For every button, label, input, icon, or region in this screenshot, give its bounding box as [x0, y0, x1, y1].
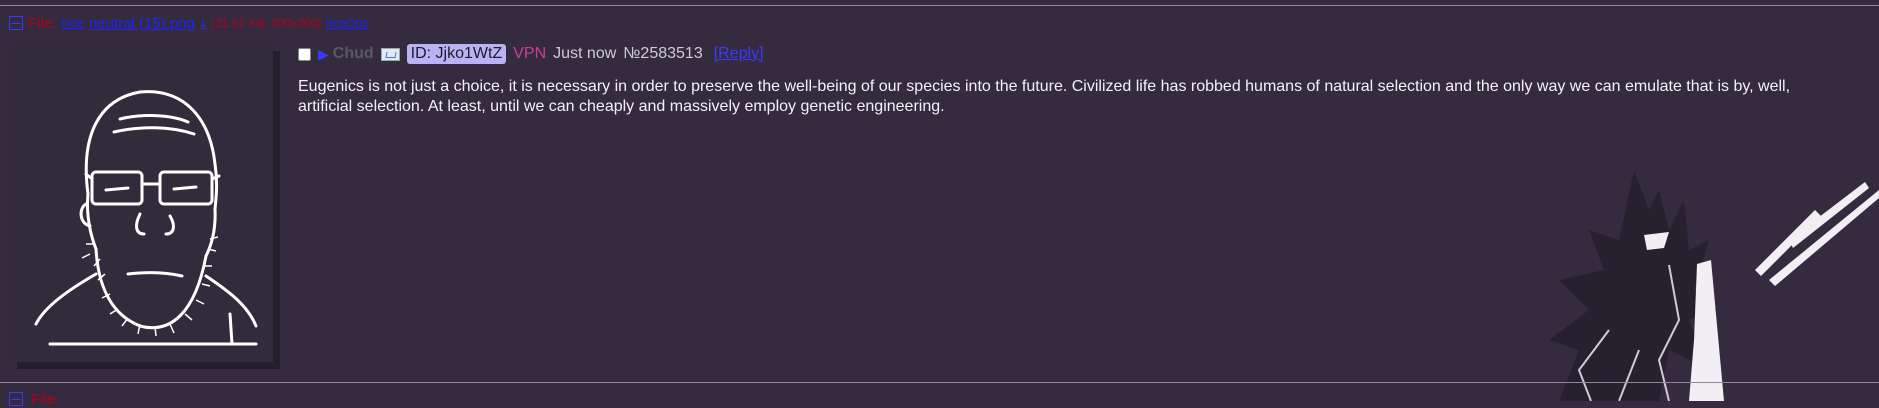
- post-number-link[interactable]: №2583513: [623, 45, 702, 63]
- imgops-link[interactable]: ImgOps: [326, 16, 368, 30]
- flag-icon: [380, 47, 400, 61]
- file-info-bar: File: hide neutral (15).png ⤓ (31.52 KB,…: [9, 14, 368, 32]
- post-time: Just now: [553, 45, 617, 62]
- play-icon[interactable]: ▶: [318, 46, 329, 63]
- next-file-label: File:: [31, 390, 60, 408]
- top-divider: [0, 5, 1879, 6]
- filename-link[interactable]: neutral (15).png: [89, 15, 195, 32]
- download-icon[interactable]: ⤓: [200, 15, 206, 32]
- collapse-toggle-icon[interactable]: [9, 16, 23, 30]
- reply-link[interactable]: [Reply]: [714, 45, 764, 63]
- next-collapse-toggle-icon[interactable]: [9, 392, 23, 406]
- poster-id-badge[interactable]: ID: Jjko1WtZ: [406, 44, 507, 64]
- next-post-file-bar: File:: [9, 390, 60, 408]
- vpn-tag: VPN: [513, 45, 547, 62]
- bottom-divider: [0, 382, 1879, 383]
- poster-name: Chud: [332, 45, 374, 62]
- post-select-checkbox[interactable]: [298, 47, 311, 61]
- wojak-drawing: [34, 90, 258, 346]
- background-character-art: [1549, 170, 1879, 401]
- post-image-thumbnail[interactable]: [10, 44, 273, 362]
- hide-image-link[interactable]: hide: [61, 16, 84, 30]
- file-label: File:: [28, 14, 57, 32]
- file-meta: (31.52 KB, 300x300): [211, 16, 322, 30]
- post-header: ▶ Chud ID: Jjko1WtZ VPN Just now №258351…: [298, 43, 764, 65]
- post-body: Eugenics is not just a choice, it is nec…: [298, 78, 1791, 115]
